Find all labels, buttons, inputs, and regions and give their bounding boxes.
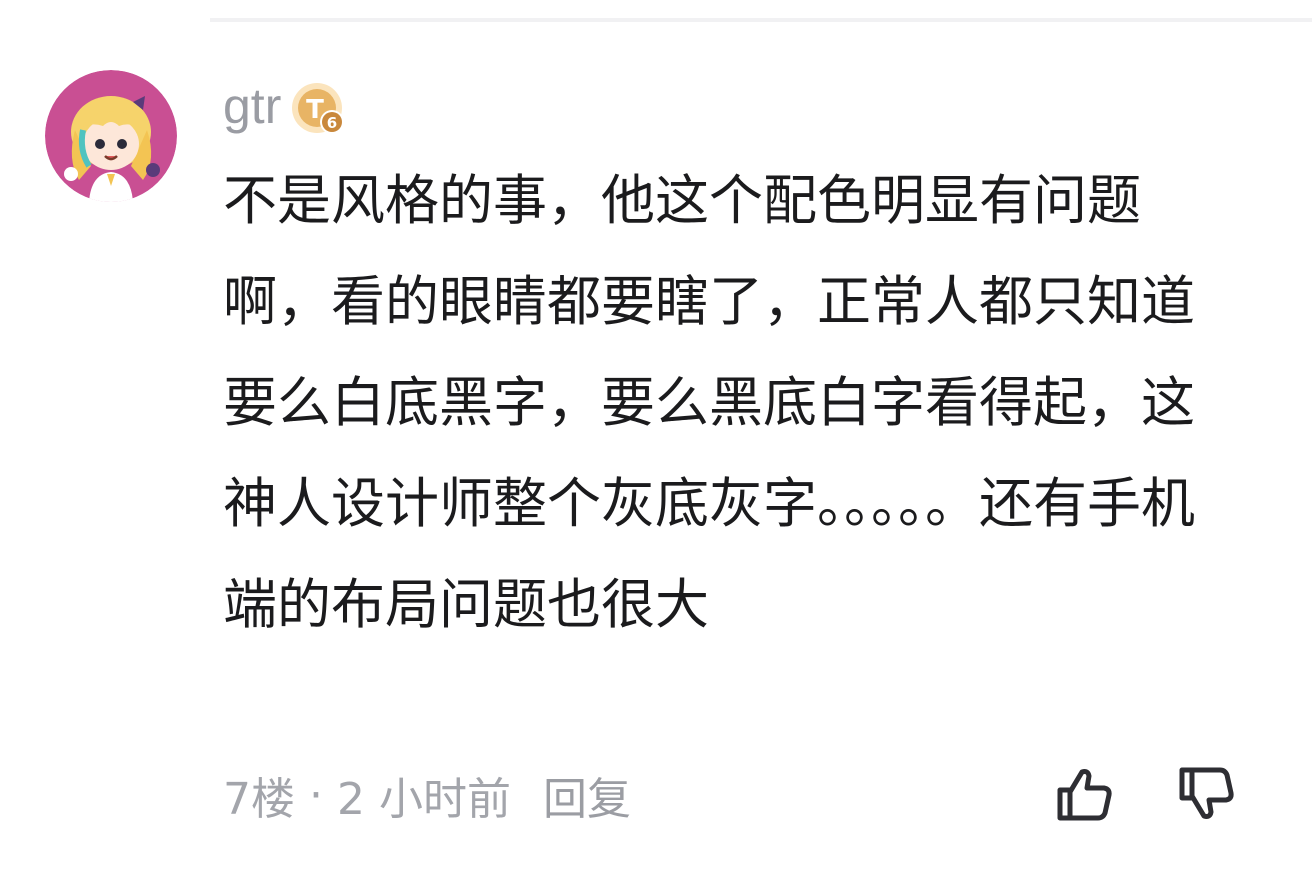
thumbs-up-icon [1057, 769, 1112, 821]
floor-number: 7楼 [223, 774, 295, 825]
user-info-row: gtr T 6 [223, 74, 349, 138]
comment-meta: 7楼 · 2 小时前 回复 [223, 760, 631, 830]
meta-separator: · [309, 769, 323, 821]
thumbs-down-icon [1179, 767, 1234, 819]
avatar[interactable] [45, 70, 177, 202]
like-button[interactable] [1048, 758, 1120, 830]
dislike-button[interactable] [1170, 758, 1242, 830]
username[interactable]: gtr [223, 77, 281, 135]
anime-avatar-image [45, 70, 177, 202]
timestamp: 2 小时前 [337, 774, 511, 825]
level-number: 6 [327, 114, 337, 132]
reply-button[interactable]: 回复 [543, 763, 631, 827]
top-divider [210, 18, 1312, 22]
comment-text: 不是风格的事，他这个配色明显有问题啊，看的眼睛都要瞎了，正常人都只知道要么白底黑… [223, 169, 1195, 636]
level-badge-icon: T 6 [289, 78, 349, 138]
